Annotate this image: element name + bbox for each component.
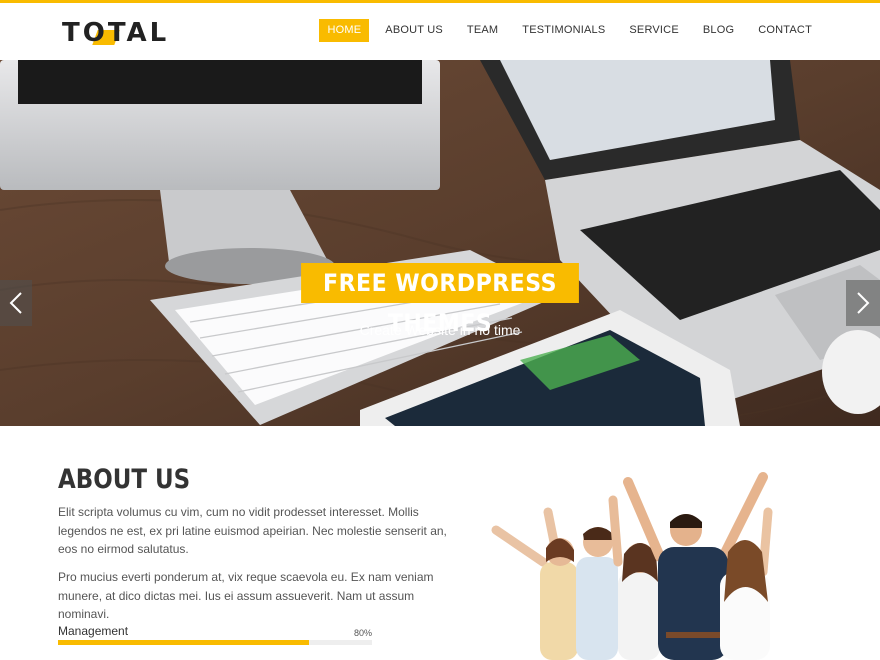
hero-subtitle: Create Website in no time xyxy=(359,322,521,338)
about-paragraph-1: Elit scripta volumus cu vim, cum no vidi… xyxy=(58,505,447,556)
nav-home[interactable]: HOME xyxy=(319,19,370,42)
about-paragraph-2: Pro mucius everti ponderum at, vix reque… xyxy=(58,570,434,621)
nav-contact[interactable]: CONTACT xyxy=(750,19,820,42)
hero-title: FREE WORDPRESS THEMES xyxy=(301,263,579,337)
chevron-right-icon xyxy=(857,292,870,314)
nav-about-us[interactable]: ABOUT US xyxy=(377,19,451,42)
main-nav: HOME ABOUT US TEAM TESTIMONIALS SERVICE … xyxy=(311,19,820,42)
slider-next-button[interactable] xyxy=(846,280,880,326)
logo-text: TOTAL xyxy=(62,18,170,48)
site-header: TOTAL HOME ABOUT US TEAM TESTIMONIALS SE… xyxy=(0,3,880,60)
nav-team[interactable]: TEAM xyxy=(459,19,506,42)
nav-testimonials[interactable]: TESTIMONIALS xyxy=(514,19,613,42)
slider-prev-button[interactable] xyxy=(0,280,32,326)
skill-percent: 80% xyxy=(354,628,373,638)
hero-slider: FREE WORDPRESS THEMES Create Website in … xyxy=(0,60,880,426)
site-logo[interactable]: TOTAL xyxy=(62,17,169,49)
skill-progress-fill xyxy=(58,640,310,645)
nav-blog[interactable]: BLOG xyxy=(695,19,742,42)
chevron-left-icon xyxy=(9,292,22,314)
skill-label: Management xyxy=(58,624,129,638)
nav-service[interactable]: SERVICE xyxy=(621,19,687,42)
skill-progress-bar xyxy=(58,640,372,645)
hero-background-image xyxy=(0,60,880,426)
about-title: ABOUT US xyxy=(58,464,191,495)
team-people-image xyxy=(491,472,773,660)
